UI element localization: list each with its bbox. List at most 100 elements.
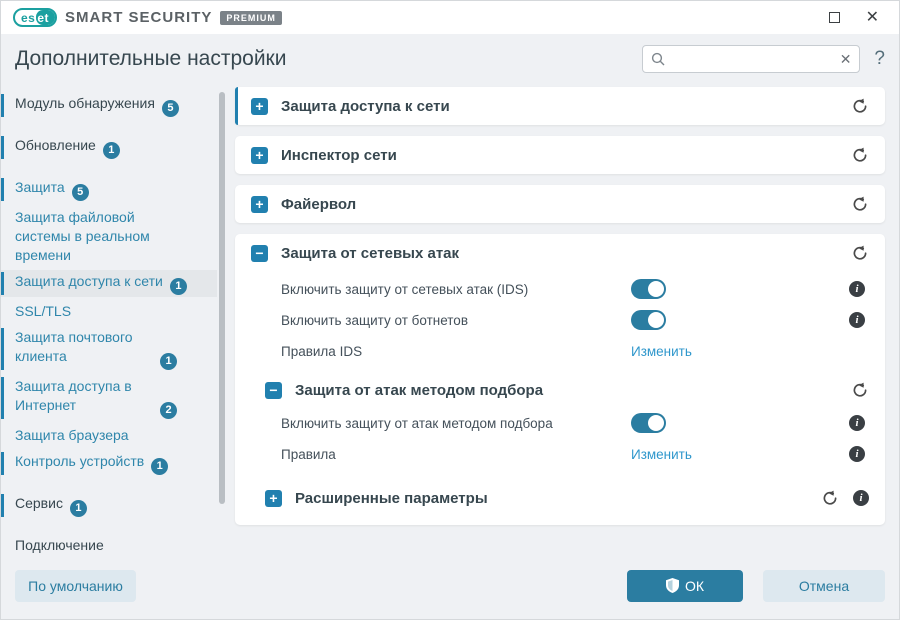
toggle-ids-protection[interactable] [631, 279, 666, 299]
eset-logo-text-left: es [21, 11, 36, 25]
count-badge: 1 [169, 278, 187, 295]
shield-icon [665, 578, 679, 593]
subsection-advanced-options[interactable]: + Расширенные параметры i [251, 477, 869, 511]
toggle-botnet-protection[interactable] [631, 310, 666, 330]
help-button[interactable]: ? [874, 48, 885, 70]
search-input[interactable] [671, 51, 834, 67]
sidebar-item-network-access-protection[interactable]: Защита доступа к сети 1 [1, 270, 217, 297]
sidebar-item-label: Защита почтового клиента [15, 329, 133, 364]
titlebar: es et SMART SECURITY PREMIUM ✕ [1, 1, 899, 34]
toggle-brute-force-protection[interactable] [631, 413, 666, 433]
search-clear-icon[interactable]: ✕ [840, 52, 852, 66]
collapse-icon[interactable]: − [251, 244, 268, 262]
info-icon[interactable]: i [853, 490, 869, 506]
info-icon[interactable]: i [849, 281, 865, 297]
eset-logo-text-right: et [36, 10, 56, 25]
settings-content: + Защита доступа к сети + Инспектор сети [217, 84, 899, 562]
ok-button[interactable]: ОК [627, 569, 743, 602]
expand-icon[interactable]: + [251, 195, 268, 213]
undo-icon[interactable] [851, 97, 869, 115]
section-header[interactable]: + Файервол [235, 185, 885, 223]
setting-row-botnet: Включить защиту от ботнетов i [251, 305, 869, 335]
sidebar-item-label: Модуль обнаружения [15, 95, 155, 111]
count-badge: 1 [102, 142, 120, 159]
maximize-icon [828, 12, 840, 23]
sidebar-item-label: Подключение [15, 537, 104, 553]
sidebar-item-label: SSL/TLS [15, 303, 72, 319]
sidebar-item-label: Обновление [15, 137, 96, 153]
section-title: Файервол [281, 195, 357, 213]
sidebar: Модуль обнаружения 5 Обновление 1 Защита 5 … [1, 84, 217, 562]
sidebar-item-update[interactable]: Обновление 1 [1, 134, 217, 161]
expand-icon[interactable]: + [251, 97, 268, 115]
default-button[interactable]: По умолчанию [15, 569, 136, 602]
maximize-button[interactable] [828, 12, 840, 23]
section-header[interactable]: + Инспектор сети [235, 136, 885, 174]
toggle-knob [648, 312, 664, 328]
undo-icon[interactable] [851, 195, 869, 213]
sidebar-item-connectivity[interactable]: Подключение [1, 534, 217, 557]
sidebar-item-realtime-filesystem-protection[interactable]: Защита файловой системы в реальном време… [1, 206, 217, 267]
info-icon[interactable]: i [849, 312, 865, 328]
collapse-icon[interactable]: − [265, 381, 282, 399]
search-icon [652, 52, 665, 66]
sidebar-item-device-control[interactable]: Контроль устройств 1 [1, 450, 217, 477]
undo-icon[interactable] [851, 146, 869, 164]
sidebar-item-detection-engine[interactable]: Модуль обнаружения 5 [1, 92, 217, 119]
info-icon[interactable]: i [849, 446, 865, 462]
setting-row-ids-rules: Правила IDS Изменить [251, 336, 869, 366]
expand-icon[interactable]: + [265, 489, 282, 507]
setting-row-rules: Правила Изменить i [251, 439, 869, 469]
sidebar-scrollbar[interactable] [219, 92, 225, 504]
count-badge: 2 [160, 402, 177, 419]
ok-button-label: ОК [684, 577, 705, 594]
page-header: Дополнительные настройки ✕ ? [1, 34, 899, 84]
section-network-inspector: + Инспектор сети [235, 136, 885, 174]
setting-row-brute-force: Включить защиту от атак методом подбора … [251, 408, 869, 438]
setting-label: Включить защиту от сетевых атак (IDS) [281, 281, 529, 297]
section-network-attack-protection: − Защита от сетевых атак Включить защиту… [235, 234, 885, 525]
count-badge: 1 [69, 500, 87, 517]
section-header[interactable]: − Защита от сетевых атак [235, 234, 885, 272]
section-header[interactable]: + Защита доступа к сети [235, 87, 885, 125]
count-badge: 1 [151, 458, 169, 475]
section-firewall: + Файервол [235, 185, 885, 223]
setting-label: Правила [281, 446, 336, 462]
subsection-brute-force-protection[interactable]: − Защита от атак методом подбора [251, 372, 869, 408]
undo-icon[interactable] [851, 381, 869, 399]
cancel-button[interactable]: Отмена [763, 569, 885, 602]
edit-ids-rules-link[interactable]: Изменить [631, 344, 692, 359]
info-icon[interactable]: i [849, 415, 865, 431]
expand-icon[interactable]: + [251, 146, 268, 164]
subsection-title: Расширенные параметры [295, 489, 488, 507]
section-title: Защита от сетевых атак [281, 244, 460, 262]
eset-logo: es et SMART SECURITY PREMIUM [13, 8, 282, 27]
eset-logo-icon: es et [13, 8, 58, 27]
sidebar-item-protection[interactable]: Защита 5 [1, 176, 217, 203]
setting-label: Правила IDS [281, 343, 363, 359]
search-box[interactable]: ✕ [642, 45, 861, 73]
sidebar-item-label: Защита доступа к сети [15, 273, 163, 289]
count-badge: 5 [71, 184, 89, 201]
sidebar-item-label: Защита доступа в Интернет [15, 378, 132, 413]
sidebar-item-label: Контроль устройств [15, 453, 145, 469]
count-badge: 5 [161, 100, 179, 117]
sidebar-item-web-access-protection[interactable]: Защита доступа в Интернет 2 [1, 375, 217, 421]
setting-label: Включить защиту от атак методом подбора [281, 415, 553, 431]
sidebar-item-email-client-protection[interactable]: Защита почтового клиента 1 [1, 326, 217, 372]
sidebar-item-ssl-tls[interactable]: SSL/TLS [1, 300, 217, 323]
undo-icon[interactable] [851, 244, 869, 262]
section-title: Инспектор сети [281, 146, 397, 164]
undo-icon[interactable] [821, 489, 839, 507]
close-button[interactable]: ✕ [866, 9, 879, 26]
sidebar-item-tools[interactable]: Сервис 1 [1, 492, 217, 519]
setting-row-ids: Включить защиту от сетевых атак (IDS) i [251, 274, 869, 304]
section-title: Защита доступа к сети [281, 97, 450, 115]
sidebar-item-label: Защита файловой системы в реальном време… [15, 209, 150, 263]
page-title: Дополнительные настройки [15, 47, 287, 70]
app-window: es et SMART SECURITY PREMIUM ✕ Дополнител… [0, 0, 900, 620]
edit-rules-link[interactable]: Изменить [631, 447, 692, 462]
footer: По умолчанию ОК Отмена [1, 562, 899, 619]
toggle-knob [648, 415, 664, 431]
sidebar-item-browser-protection[interactable]: Защита браузера [1, 424, 217, 447]
